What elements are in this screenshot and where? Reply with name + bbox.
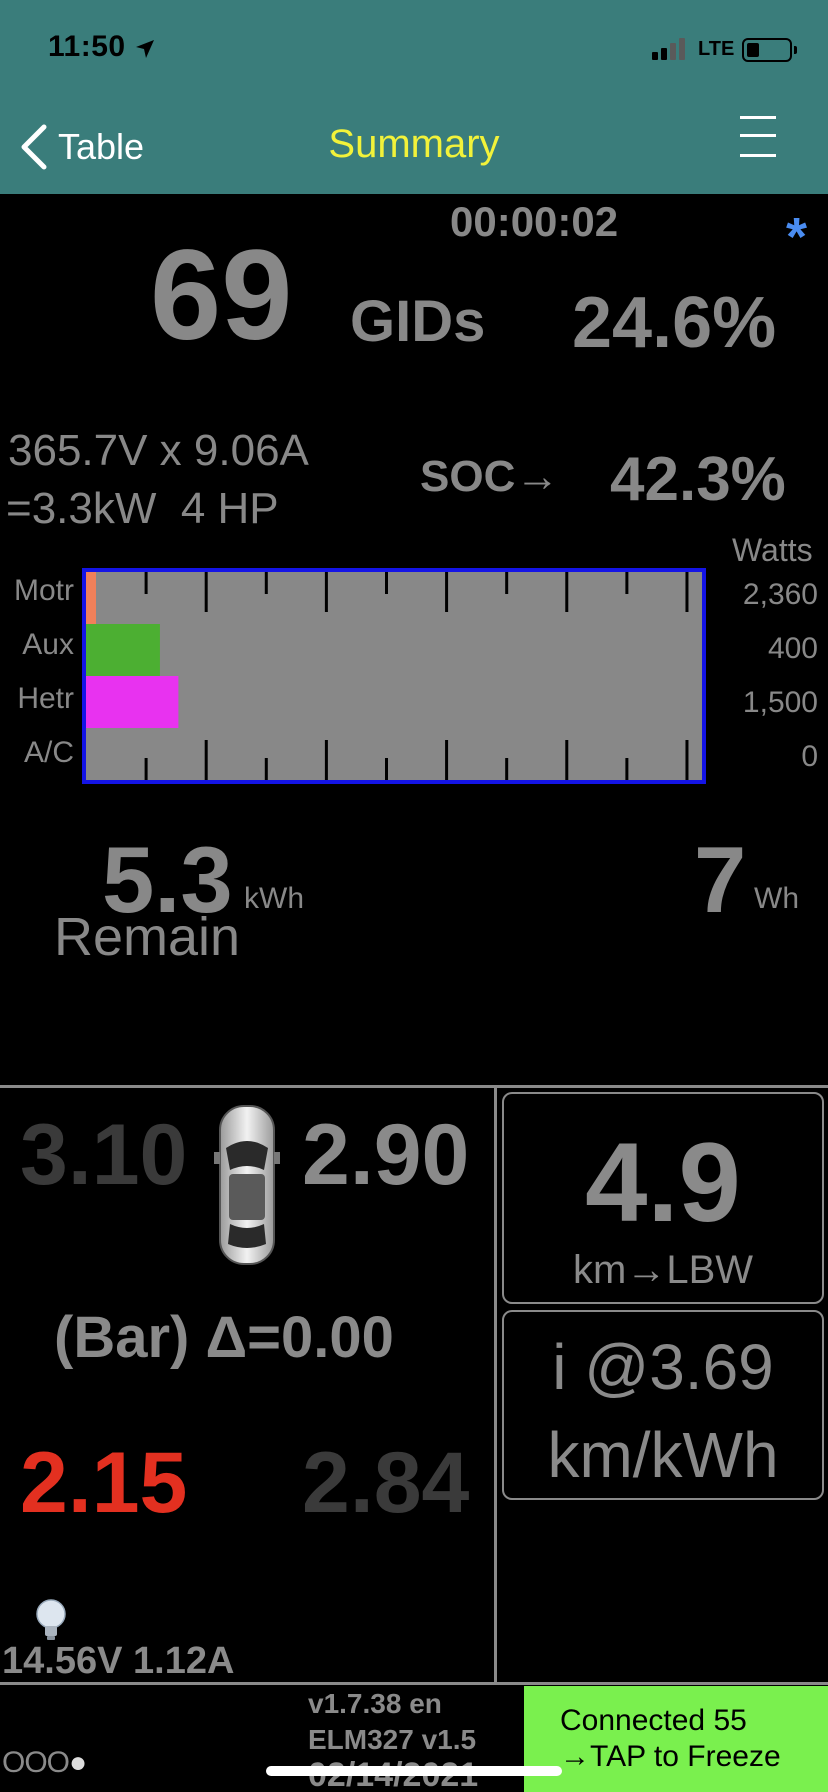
tire-pressure-front-right: 2.90	[302, 1107, 470, 1203]
range-label: km→LBW	[573, 1248, 753, 1292]
location-arrow-icon	[134, 38, 156, 65]
network-type: LTE	[698, 38, 735, 60]
page-indicator[interactable]: OOO●	[2, 1746, 87, 1780]
app-version: v1.7.38 en	[308, 1688, 442, 1719]
watts-unit-label: Watts	[732, 532, 813, 568]
menu-line-icon	[740, 154, 776, 157]
power-readout: =3.3kW 4 HP	[6, 484, 279, 533]
battery-icon	[742, 38, 792, 62]
tire-pressure-rear-right: 2.84	[302, 1435, 470, 1531]
soc-value: 42.3%	[610, 445, 786, 514]
tire-pressure-delta: (Bar) Δ=0.00	[54, 1305, 394, 1370]
current-page-dot-icon: ●	[69, 1746, 87, 1779]
page-title: Summary	[328, 122, 500, 166]
page-dots: OOO	[2, 1746, 70, 1779]
power-row-value: 2,360	[742, 578, 818, 611]
soc-label: SOC→	[420, 452, 560, 501]
connection-status: Connected 55	[560, 1704, 747, 1737]
menu-line-icon	[740, 116, 776, 119]
divider	[494, 1087, 497, 1683]
power-row-label: Motr	[14, 574, 74, 607]
menu-line-icon	[740, 134, 776, 137]
power-row-label: Aux	[22, 628, 74, 661]
home-indicator[interactable]	[266, 1766, 562, 1776]
gids-label: GIDs	[350, 289, 486, 354]
power-bar-fill-motr	[86, 572, 96, 624]
battery-tip	[794, 46, 797, 54]
car-top-view-icon	[212, 1100, 282, 1270]
divider	[0, 1085, 828, 1088]
power-row-value: 0	[801, 740, 818, 773]
tire-pressure-rear-left: 2.15	[20, 1435, 188, 1531]
status-time: 11:50	[48, 30, 126, 63]
gids-percent: 24.6%	[572, 283, 777, 363]
freeze-action-label: →TAP to Freeze	[560, 1740, 781, 1773]
power-usage-bar	[82, 568, 706, 784]
power-row-label: A/C	[23, 736, 74, 769]
remaining-label: Remain	[54, 907, 241, 967]
cellular-signal-icon	[652, 38, 688, 60]
elapsed-timer: 00:00:02	[450, 198, 619, 245]
efficiency-unit: km/kWh	[547, 1419, 779, 1491]
aux-battery-readout: 14.56V 1.12A	[2, 1640, 235, 1682]
power-row-label: Hetr	[17, 682, 74, 715]
remaining-kwh-unit: kWh	[244, 882, 304, 915]
power-bar-graphic	[86, 572, 689, 780]
power-bar-fill-hetr	[86, 676, 179, 728]
power-row-value: 400	[767, 632, 818, 665]
tire-pressure-front-left: 3.10	[20, 1107, 188, 1203]
adapter-version: ELM327 v1.5	[308, 1724, 477, 1755]
power-bar-fill-aux	[86, 624, 160, 676]
bluetooth-asterisk-icon: *	[786, 207, 808, 267]
power-row-value: 1,500	[742, 686, 818, 719]
efficiency-value: i @3.69	[552, 1331, 774, 1403]
range-value: 4.9	[585, 1120, 741, 1245]
wh-unit: Wh	[754, 882, 799, 915]
gids-value: 69	[150, 224, 293, 367]
connected-freeze-button[interactable]	[524, 1686, 828, 1792]
voltage-current-readout: 365.7V x 9.06A	[8, 426, 309, 475]
wh-value: 7	[694, 827, 747, 932]
hamburger-menu-button[interactable]	[740, 112, 776, 162]
